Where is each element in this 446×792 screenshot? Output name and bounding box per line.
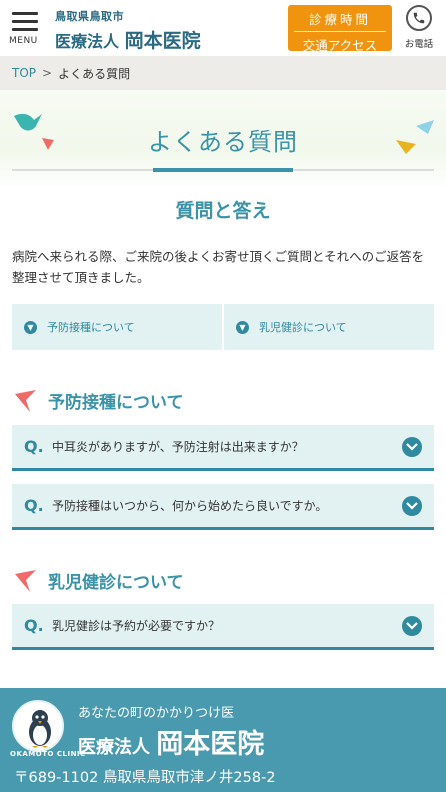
logo-prefix: 医療法人 [55, 32, 120, 51]
question-text: 中耳炎がありますが、予防注射は出来ますか？ [52, 440, 304, 454]
logo-title: 医療法人 岡本医院 [55, 26, 201, 53]
site-footer: OKAMOTO CLINIC あなたの町のかかりつけ医 医療法人 岡本医院 〒6… [0, 688, 446, 792]
logo-subtitle: 鳥取県鳥取市 [55, 10, 124, 23]
chevron-down-circle-icon[interactable] [402, 495, 422, 516]
hours-access-button[interactable]: 診療時間 交通アクセス [288, 5, 392, 53]
chevron-down-circle-icon: ▼ [236, 320, 249, 334]
page-title: よくある質問 [148, 128, 298, 156]
footer-tagline: あなたの町のかかりつけ医 [78, 706, 235, 721]
phone-icon [406, 5, 432, 31]
chevron-down-circle-icon[interactable] [402, 436, 422, 457]
breadcrumb: TOP > よくある質問 [0, 56, 446, 90]
menu-label: MENU [9, 36, 38, 46]
question-marker: Q. [24, 616, 44, 635]
title-underline [153, 168, 293, 172]
site-header: MENU 鳥取県鳥取市 医療法人 岡本医院 診療時間 交通アクセス お電話 [0, 0, 446, 56]
logo-name: 岡本医院 [124, 30, 201, 52]
faq-question-row[interactable]: Q. 中耳炎がありますが、予防注射は出来ますか？ [12, 425, 434, 471]
footer-clinic-name: 医療法人 岡本医院 [78, 722, 264, 761]
phone-label: お電話 [404, 39, 434, 50]
faq-question-row[interactable]: Q. 予防接種はいつから、何から始めたら良いですか。 [12, 484, 434, 530]
breadcrumb-top-link[interactable]: TOP [12, 66, 36, 80]
intro-text: 病院へ来られる際、ご来院の後よくお寄せ頂くご質問とそれへのご返答を整理させて頂き… [12, 249, 425, 285]
question-text: 予防接種はいつから、何から始めたら良いですか。 [52, 499, 328, 513]
faq-group-heading-infant-checkup: 乳児健診について [14, 568, 184, 593]
footer-name: 岡本医院 [156, 729, 265, 760]
category-link-vaccination[interactable]: ▼ 予防接種について [12, 304, 222, 350]
chevron-down-circle-icon[interactable] [402, 615, 422, 636]
emblem-caption: OKAMOTO CLINIC [10, 750, 86, 758]
category-link-infant-checkup[interactable]: ▼ 乳児健診について [222, 304, 434, 350]
question-marker: Q. [24, 496, 44, 515]
faq-group-title: 予防接種について [48, 393, 184, 413]
menu-button[interactable]: MENU [9, 9, 40, 49]
hamburger-icon-bar [12, 20, 38, 23]
hours-label: 診療時間 [294, 9, 386, 32]
breadcrumb-separator: > [42, 66, 53, 80]
hamburger-icon-bar [12, 28, 38, 31]
penguin-logo-icon [12, 700, 64, 752]
question-text: 乳児健診は予約が必要ですか？ [52, 619, 221, 633]
bird-icon [15, 389, 36, 412]
bird-icon [15, 569, 36, 592]
faq-group-title: 乳児健診について [48, 573, 184, 593]
faq-group-heading-vaccination: 予防接種について [14, 388, 184, 413]
category-link-label: 乳児健診について [259, 321, 347, 334]
access-label: 交通アクセス [302, 38, 378, 53]
faq-question-row[interactable]: Q. 乳児健診は予約が必要ですか？ [12, 604, 434, 650]
breadcrumb-current: よくある質問 [58, 66, 131, 81]
section-heading: 質問と答え [175, 200, 271, 222]
page-hero: よくある質問 [0, 90, 446, 190]
category-links: ▼ 予防接種について ▼ 乳児健診について [12, 304, 434, 350]
footer-address: 〒689-1102 鳥取県鳥取市津ノ井258-2 [14, 770, 276, 786]
chevron-down-circle-icon: ▼ [24, 320, 37, 334]
question-marker: Q. [24, 437, 44, 456]
site-logo[interactable]: 鳥取県鳥取市 医療法人 岡本医院 [55, 8, 201, 53]
category-link-label: 予防接種について [47, 321, 135, 334]
footer-name-prefix: 医療法人 [78, 737, 150, 758]
phone-button[interactable]: お電話 [398, 5, 440, 53]
hamburger-icon [12, 12, 38, 15]
